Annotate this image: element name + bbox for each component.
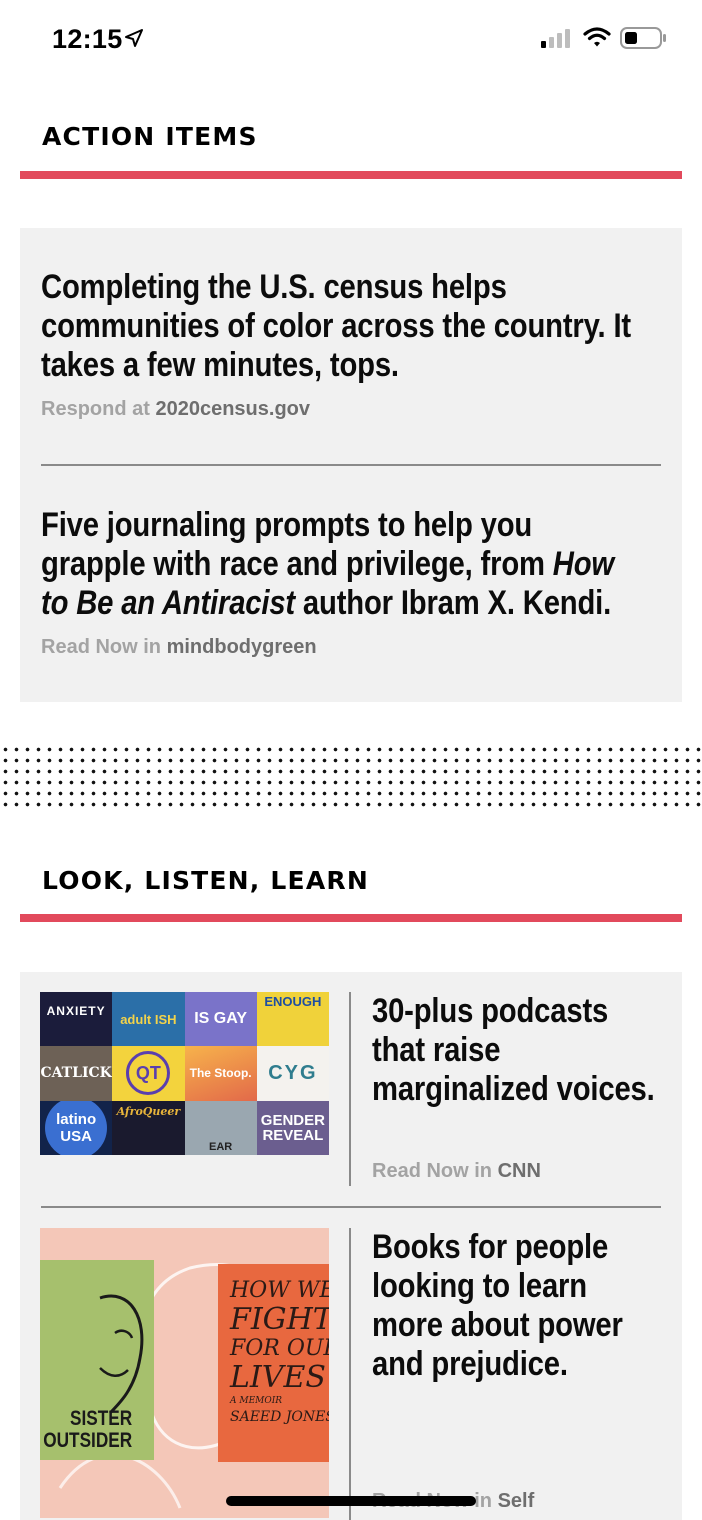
- location-arrow-icon: [125, 29, 143, 47]
- card-divider: [41, 1206, 661, 1208]
- source-link[interactable]: 2020census.gov: [155, 398, 310, 420]
- status-time: 12:15: [52, 24, 123, 54]
- article-books[interactable]: Books for people looking to learn more a…: [372, 1228, 702, 1384]
- book-cover-title: HOW WE FIGHT FOR OUR LIVES A MEMOIR SAEE…: [230, 1278, 329, 1425]
- action-item-headline[interactable]: Five journaling prompts to help you grap…: [41, 506, 695, 623]
- action-item-source[interactable]: Read Now in mindbodygreen: [41, 636, 317, 659]
- action-item-journaling[interactable]: Five journaling prompts to help you grap…: [41, 506, 702, 623]
- section-title-look-listen-learn: LOOK, LISTEN, LEARN: [42, 866, 369, 895]
- action-item-source[interactable]: Respond at 2020census.gov: [41, 398, 310, 421]
- article-podcasts[interactable]: 30-plus podcasts that raise marginalized…: [372, 992, 702, 1109]
- podcast-tile: ENOUGH: [256, 992, 329, 1047]
- podcast-tile: adult ISH: [112, 992, 185, 1047]
- accent-rule: [20, 914, 682, 922]
- action-item-headline[interactable]: Completing the U.S. census helps communi…: [41, 268, 660, 385]
- podcast-tile: EAR: [184, 1100, 257, 1155]
- podcast-tile: AfroQueer: [112, 1100, 185, 1155]
- section-title-action-items: ACTION ITEMS: [42, 122, 258, 151]
- book-cover-title: SISTER OUTSIDER: [43, 1407, 133, 1452]
- action-items-card: Completing the U.S. census helps communi…: [20, 228, 682, 702]
- battery-icon: [620, 27, 666, 49]
- podcast-tile: CYG: [256, 1046, 329, 1101]
- vertical-divider: [349, 1228, 351, 1520]
- source-link[interactable]: mindbodygreen: [167, 636, 317, 658]
- accent-rule: [20, 171, 682, 179]
- cellular-signal-icon: [541, 29, 570, 48]
- action-item-census[interactable]: Completing the U.S. census helps communi…: [41, 268, 702, 385]
- article-headline[interactable]: Books for people looking to learn more a…: [372, 1228, 656, 1384]
- status-bar: 12:15: [0, 0, 702, 80]
- home-indicator[interactable]: [226, 1496, 476, 1506]
- podcast-tile: GENDER REVEAL: [256, 1100, 329, 1155]
- wifi-icon: [583, 27, 611, 47]
- podcasts-collage-image[interactable]: ANXIETY adult ISH IS GAY ENOUGH CATLICK …: [40, 992, 329, 1155]
- podcast-tile: IS GAY: [184, 992, 257, 1047]
- article-headline[interactable]: 30-plus podcasts that raise marginalized…: [372, 992, 656, 1109]
- podcast-tile: CATLICK: [40, 1046, 113, 1101]
- source-link[interactable]: Self: [498, 1490, 535, 1512]
- source-link[interactable]: CNN: [498, 1160, 541, 1182]
- dotted-pattern-divider: [0, 744, 702, 808]
- article-source[interactable]: Read Now in CNN: [372, 1160, 541, 1183]
- podcast-tile: ANXIETY: [40, 992, 113, 1047]
- podcast-tile: latino USA: [40, 1100, 113, 1155]
- card-divider: [41, 464, 661, 466]
- podcast-tile: QT: [112, 1046, 185, 1101]
- books-collage-image[interactable]: SISTER OUTSIDER HOW WE FIGHT FOR OUR LIV…: [40, 1228, 329, 1518]
- podcast-tile: The Stoop.: [184, 1046, 257, 1101]
- vertical-divider: [349, 992, 351, 1186]
